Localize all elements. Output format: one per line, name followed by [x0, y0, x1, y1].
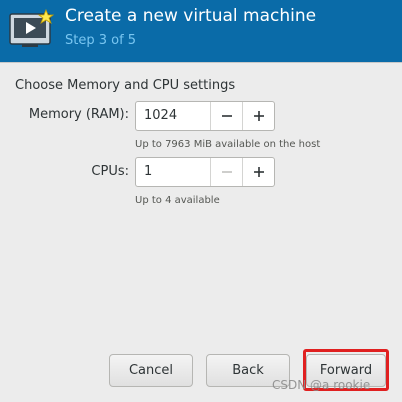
section-title: Choose Memory and CPU settings — [15, 78, 236, 93]
memory-input[interactable]: 1024 — [136, 102, 210, 130]
memory-label: Memory (RAM): — [28, 107, 129, 122]
plus-icon — [253, 111, 264, 121]
watermark: CSDN @a rookie — [272, 378, 371, 392]
cpus-decrement-button[interactable] — [210, 158, 242, 186]
virtual-machine-icon — [9, 8, 55, 47]
cpus-increment-button[interactable] — [242, 158, 274, 186]
cancel-button[interactable]: Cancel — [109, 354, 193, 387]
cpus-input[interactable]: 1 — [136, 158, 210, 186]
divider — [0, 62, 402, 63]
cpus-spinbutton: 1 — [135, 157, 275, 187]
memory-decrement-button[interactable] — [210, 102, 242, 130]
memory-increment-button[interactable] — [242, 102, 274, 130]
wizard-title: Create a new virtual machine — [65, 6, 317, 26]
minus-icon — [221, 171, 232, 173]
memory-hint: Up to 7963 MiB available on the host — [135, 139, 321, 150]
wizard-header: Create a new virtual machine Step 3 of 5 — [0, 0, 402, 62]
cpus-label: CPUs: — [91, 164, 129, 179]
plus-icon — [253, 167, 264, 177]
minus-icon — [221, 115, 232, 117]
memory-spinbutton: 1024 — [135, 101, 275, 131]
wizard-step: Step 3 of 5 — [65, 33, 137, 48]
cpus-hint: Up to 4 available — [135, 195, 220, 206]
